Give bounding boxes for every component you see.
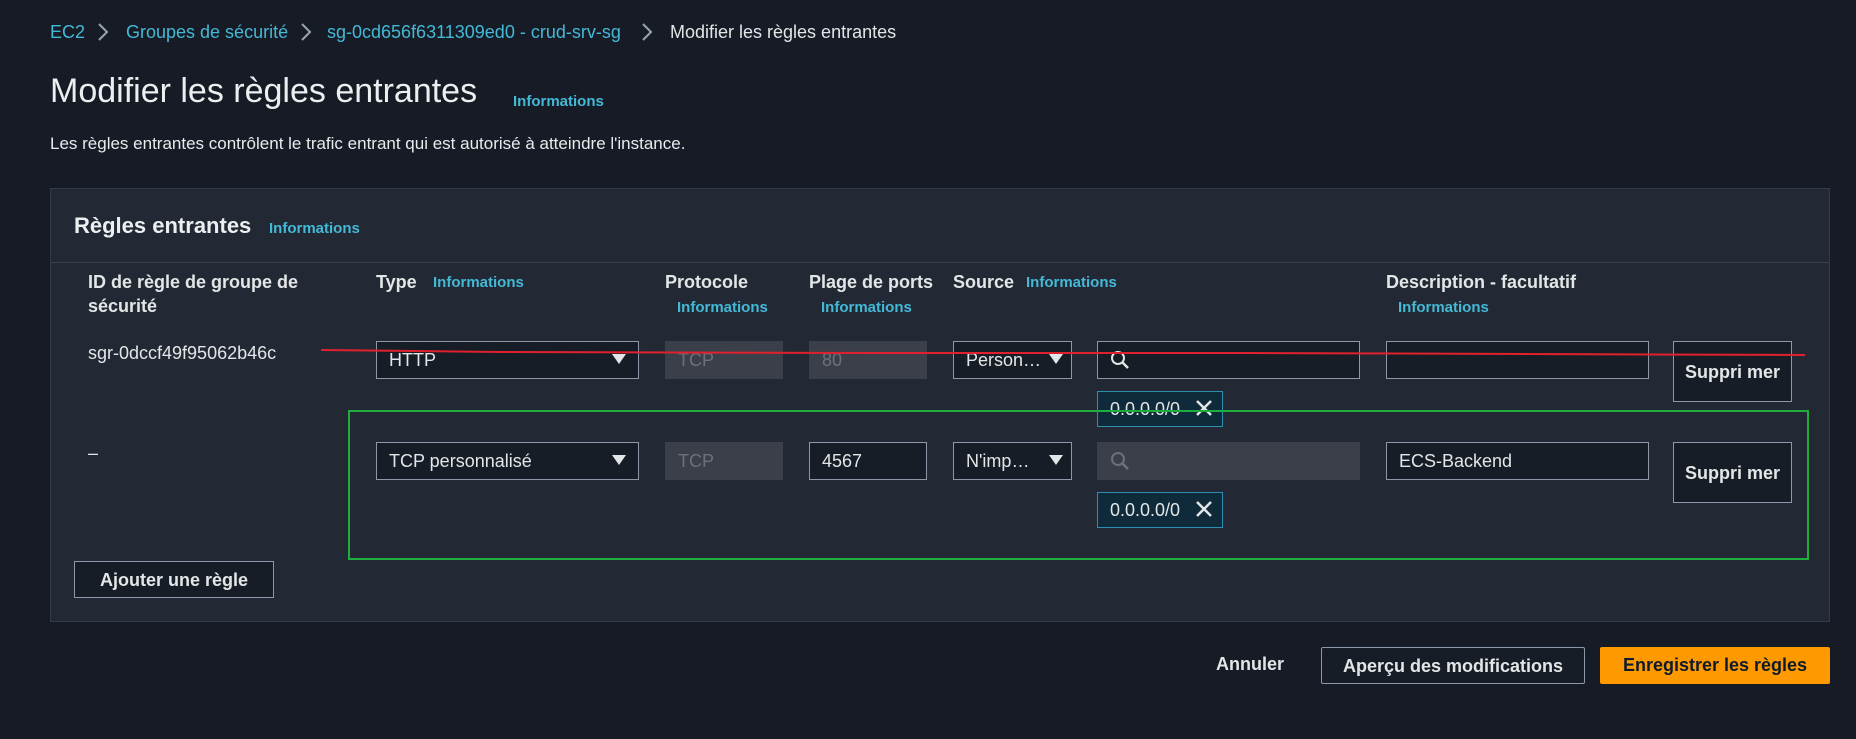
preview-changes-button[interactable]: Aperçu des modifications — [1321, 647, 1585, 684]
strikethrough-annotation — [320, 349, 1806, 356]
cancel-button[interactable]: Annuler — [1216, 654, 1284, 675]
annotation-overlay — [320, 349, 1809, 560]
highlight-box-annotation — [348, 410, 1809, 560]
save-rules-button[interactable]: Enregistrer les règles — [1600, 647, 1830, 684]
